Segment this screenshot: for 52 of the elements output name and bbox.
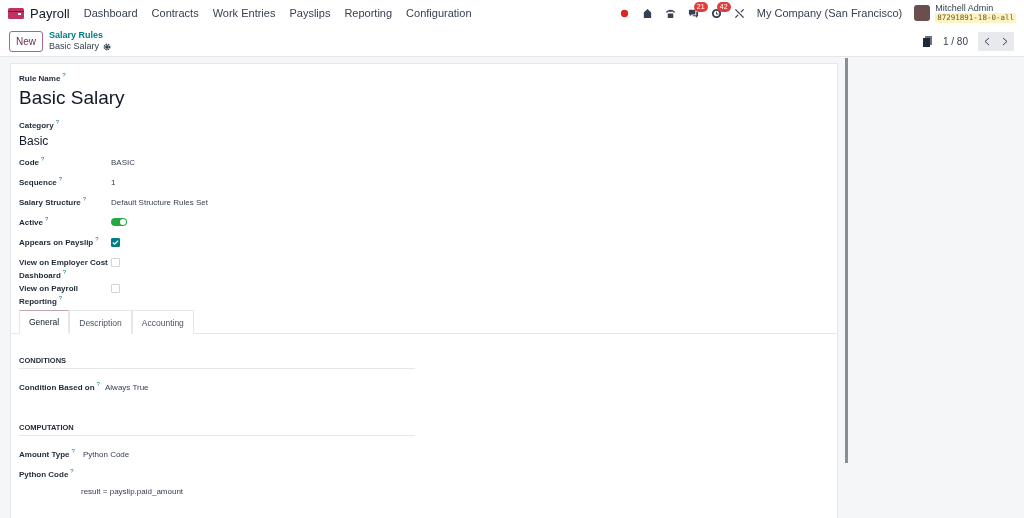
previous-button[interactable] (978, 31, 996, 51)
field-label: View on Employer Cost Dashboard $^{?}$ (19, 257, 109, 282)
settings-icon[interactable] (103, 42, 112, 51)
next-button[interactable] (996, 31, 1014, 51)
tab[interactable]: General (19, 310, 70, 334)
field-value[interactable]: 1 (111, 176, 116, 189)
toggle-switch[interactable] (111, 218, 127, 226)
tab[interactable]: Description (69, 310, 132, 334)
field-label: Amount Type $^{?}$ (19, 448, 75, 461)
user-avatar[interactable] (914, 5, 931, 21)
field-label: Rule Name $^{?}$ (19, 72, 66, 85)
field-label: Salary Structure $^{?}$ (19, 196, 87, 209)
field-label: Category $^{?}$ (19, 119, 60, 132)
new-button[interactable]: New (9, 30, 43, 52)
field-label: View on Payroll Reporting $^{?}$ (19, 283, 79, 308)
chevron-left-icon (984, 36, 990, 46)
code-editor[interactable]: result = payslip.paid_amount (19, 481, 415, 496)
documents-icon[interactable] (922, 35, 933, 47)
checkbox[interactable] (111, 238, 120, 247)
phone-icon[interactable] (664, 7, 676, 19)
field-value[interactable]: BASIC (111, 156, 135, 169)
field-value[interactable]: Python Code (83, 448, 130, 461)
app-logo-icon[interactable] (8, 7, 24, 19)
menu-item[interactable]: Dashboard (83, 7, 138, 19)
field-value[interactable]: Default Structure Rules Set (111, 196, 208, 209)
menu-item[interactable]: Configuration (406, 7, 472, 19)
scrollbar[interactable] (845, 58, 848, 463)
menu-item[interactable]: Work Entries (212, 7, 276, 19)
field-label: Appears on Payslip $^{?}$ (19, 236, 99, 249)
breadcrumb-link[interactable]: Salary Rules (49, 30, 112, 41)
tools-icon[interactable] (733, 7, 745, 19)
company-switcher[interactable]: My Company (San Francisco) (756, 7, 903, 19)
clock-icon[interactable] (710, 7, 722, 19)
field-label: Sequence $^{?}$ (19, 176, 63, 189)
tab[interactable]: Accounting (131, 310, 194, 334)
app-name[interactable]: Payroll (30, 5, 70, 21)
pager-value[interactable]: 1 / 80 (942, 35, 968, 47)
field-label: Active $^{?}$ (19, 216, 49, 229)
rule-name-field[interactable]: Basic Salary (19, 87, 829, 109)
field-label: Code $^{?}$ (19, 156, 45, 169)
record-dot-icon[interactable] (618, 7, 630, 19)
category-field[interactable]: Basic (19, 134, 829, 148)
chat-icon[interactable] (687, 7, 699, 19)
menu-item[interactable]: Contracts (151, 7, 199, 19)
menu-item[interactable]: Reporting (344, 7, 393, 19)
record-title: Basic Salary (49, 41, 100, 52)
menu-item[interactable]: Payslips (289, 7, 331, 19)
user-name[interactable]: Mitchell Admin (935, 3, 1016, 13)
field-label: Condition Based on $^{?}$ (19, 381, 100, 394)
chevron-right-icon (1002, 36, 1008, 46)
field-value[interactable]: Always True (105, 381, 149, 394)
field-label: Python Code $^{?}$ (19, 468, 74, 481)
